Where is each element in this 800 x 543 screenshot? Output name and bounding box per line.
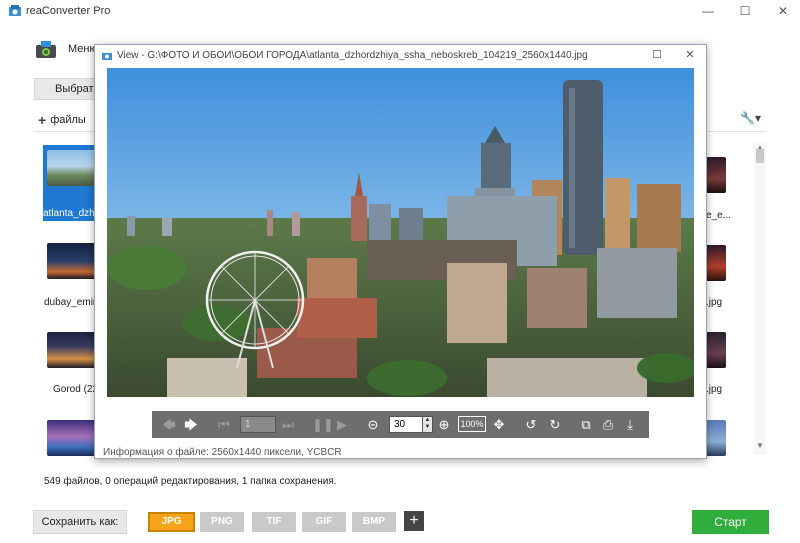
viewer-toolbar: 🡄 🡆 ⏮ 1 ⏭ ❚❚ ▶ ⊝ 30 ▲ ▼ ⊕ 100% ✥ ↺ ↻ ⧉ ⎙ … [152, 411, 649, 438]
thumbnail-image[interactable] [47, 243, 97, 279]
zoom-in-icon[interactable]: ⊕ [435, 416, 453, 433]
format-bmp-button[interactable]: BMP [352, 512, 396, 532]
play-icon[interactable]: ▶ [334, 416, 350, 433]
scroll-down-icon[interactable]: ▼ [754, 441, 766, 453]
format-gif-button[interactable]: GIF [302, 512, 346, 532]
status-text: 549 файлов, 0 операций редактирования, 1… [44, 476, 337, 487]
scrollbar[interactable]: ▲ ▼ [754, 143, 766, 455]
pause-icon[interactable]: ❚❚ [312, 416, 334, 433]
plus-icon: + [38, 112, 47, 128]
view-close-button[interactable]: ✕ [680, 48, 700, 64]
back-arrow-icon[interactable]: 🡄 [160, 416, 178, 433]
fit-window-icon[interactable]: ✥ [490, 416, 508, 433]
zoom-out-icon[interactable]: ⊝ [364, 416, 382, 433]
thumbnail-image[interactable] [47, 150, 97, 186]
reaconverter-app-icon [9, 5, 21, 16]
thumbnail-image[interactable] [706, 420, 726, 456]
thumbnail-label: e_e... [706, 210, 732, 221]
rotate-right-icon[interactable]: ↻ [546, 416, 564, 433]
print-icon[interactable]: ⎙ [600, 416, 616, 433]
app-window: reaConverter Pro — ☐ ✕ Меню Выбрать + фа… [0, 0, 800, 543]
app-titlebar: reaConverter Pro — ☐ ✕ [0, 0, 800, 22]
add-files-label: файлы [50, 114, 86, 126]
copy-icon[interactable]: ⧉ [578, 416, 594, 433]
last-page-icon[interactable]: ⏭ [280, 416, 296, 433]
thumbnail-label: .jpg [706, 384, 723, 395]
add-format-button[interactable]: + [404, 511, 424, 531]
page-select[interactable]: 1 [240, 416, 276, 433]
format-png-button[interactable]: PNG [200, 512, 244, 532]
view-titlebar: View - G:\ФОТО И ОБОИ\ОБОИ ГОРОДА\atlant… [95, 45, 706, 67]
rotate-left-icon[interactable]: ↺ [522, 416, 540, 433]
close-button[interactable]: ✕ [760, 0, 800, 22]
view-title: View - G:\ФОТО И ОБОИ\ОБОИ ГОРОДА\atlant… [117, 50, 588, 61]
download-icon[interactable]: ⤓ [622, 416, 638, 433]
scroll-thumb[interactable] [756, 149, 764, 163]
add-files-button[interactable]: + файлы [38, 112, 86, 128]
format-jpg-button[interactable]: JPG [148, 512, 195, 532]
view-app-icon [102, 53, 112, 60]
thumbnail-image[interactable] [47, 332, 97, 368]
app-title: reaConverter Pro [26, 5, 111, 17]
menu-icon[interactable] [34, 38, 58, 62]
view-dialog: View - G:\ФОТО И ОБОИ\ОБОИ ГОРОДА\atlant… [94, 44, 707, 459]
zoom-input[interactable]: 30 [389, 416, 423, 433]
file-info: Информация о файле: 2560x1440 пиксели, Y… [103, 447, 342, 458]
thumbnail-label: atlanta_dzhor [43, 208, 96, 219]
first-page-icon[interactable]: ⏮ [216, 416, 232, 433]
thumbnail-label: .jpg [706, 297, 723, 308]
photo-preview [107, 68, 694, 397]
thumbnail-image[interactable] [706, 332, 726, 368]
wrench-icon[interactable]: 🔧▾ [740, 111, 761, 125]
format-tif-button[interactable]: TIF [252, 512, 296, 532]
save-as-button[interactable]: Сохранить как: [33, 510, 127, 534]
view-maximize-button[interactable]: ☐ [647, 48, 667, 64]
forward-arrow-icon[interactable]: 🡆 [182, 416, 200, 433]
thumbnail-image[interactable] [706, 245, 726, 281]
zoom-spinner[interactable]: ▲ ▼ [422, 416, 433, 433]
actual-size-button[interactable]: 100% [458, 416, 486, 432]
thumbnail-image[interactable] [47, 420, 97, 456]
start-button[interactable]: Старт [692, 510, 769, 534]
thumbnail-image[interactable] [706, 157, 726, 193]
